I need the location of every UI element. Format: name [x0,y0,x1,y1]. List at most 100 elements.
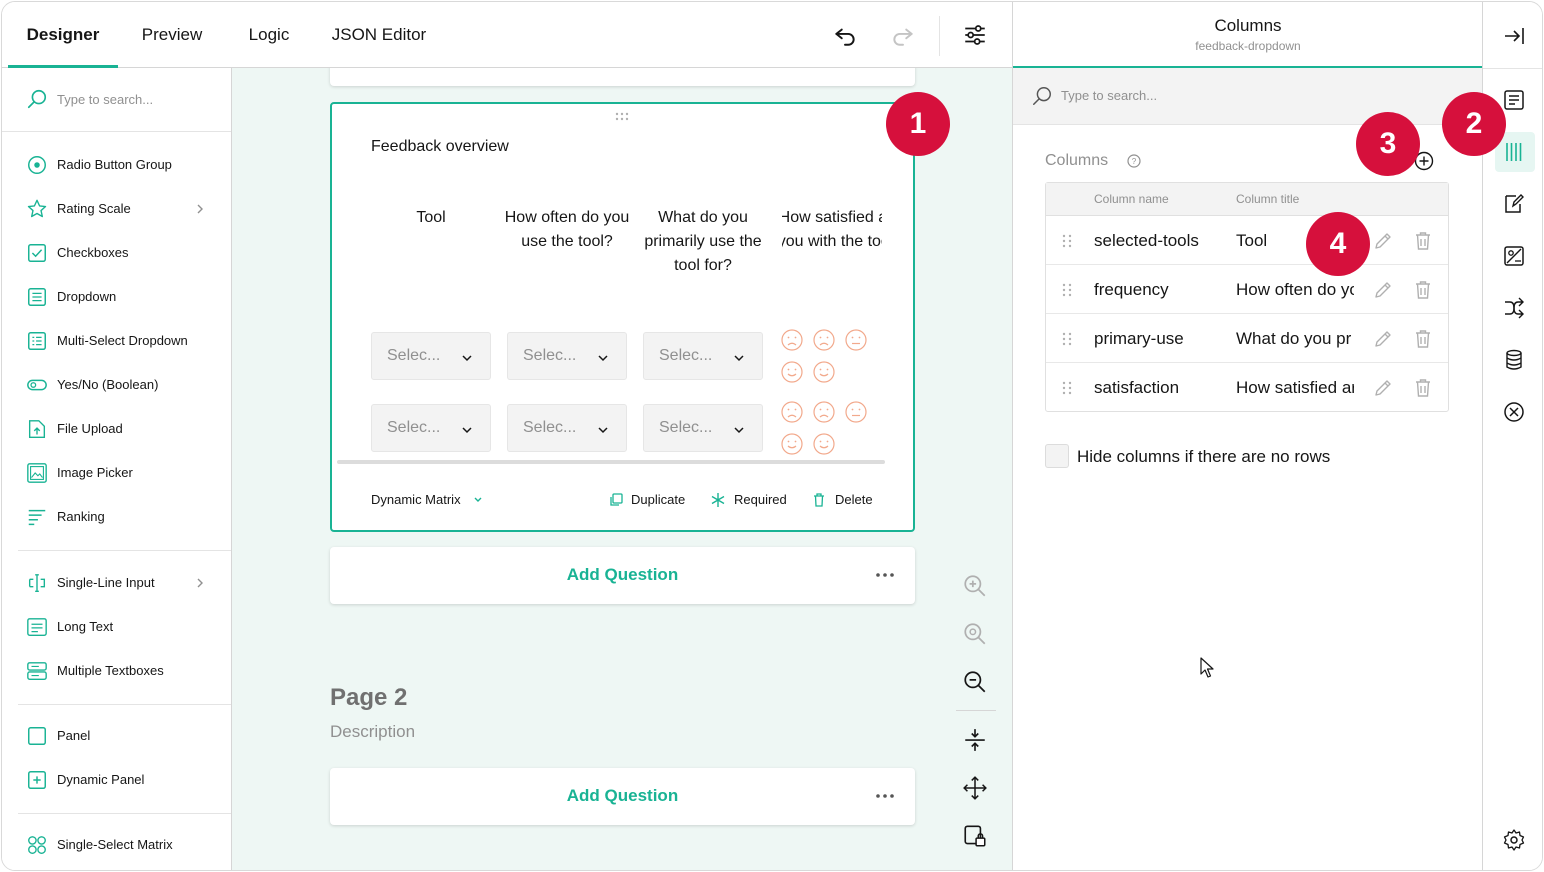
smile-face-icon[interactable] [812,360,836,384]
sad-face-icon[interactable] [812,400,836,424]
lock-question-icon[interactable] [962,823,988,849]
matrix-cell-dropdown[interactable]: Selec... [507,332,627,380]
previous-question-card[interactable] [330,68,915,86]
column-name-cell[interactable]: selected-tools [1094,231,1199,251]
horizontal-scrollbar[interactable] [337,460,885,464]
chevron-right-icon[interactable] [194,577,206,589]
tab-json-editor[interactable]: JSON Editor [322,2,436,68]
add-question-button[interactable]: Add Question [330,547,915,604]
add-question-button[interactable]: Add Question [330,768,915,825]
delete-button[interactable]: Delete [835,492,873,507]
toolbox-item-dropdown[interactable]: Dropdown [2,275,231,319]
tab-designer[interactable]: Designer [8,2,118,68]
help-icon[interactable]: ? [1126,153,1142,169]
edit-pencil-icon[interactable] [1372,279,1394,301]
logic-flow-icon[interactable] [1502,296,1526,320]
trash-icon[interactable] [1412,230,1434,252]
columns-icon[interactable] [1502,140,1526,164]
smile-face-icon[interactable] [780,432,804,456]
toolbox-item-single-line-input[interactable]: Single-Line Input [2,561,231,605]
toolbox-item-single-select-matrix[interactable]: Single-Select Matrix [2,823,231,867]
tab-logic[interactable]: Logic [234,2,304,68]
sad-face-icon[interactable] [780,400,804,424]
drag-handle-icon[interactable] [614,112,630,122]
drag-handle-icon[interactable] [1060,233,1074,249]
matrix-cell-dropdown[interactable]: Selec... [507,404,627,452]
column-name-cell[interactable]: primary-use [1094,329,1184,349]
drag-handle-icon[interactable] [1060,331,1074,347]
toolbox-item-rating-scale[interactable]: Rating Scale [2,187,231,231]
more-dots-icon[interactable] [874,788,896,804]
trash-icon[interactable] [1412,328,1434,350]
toolbox-item-dynamic-panel[interactable]: Dynamic Panel [2,758,231,802]
neutral-face-icon[interactable] [844,328,868,352]
collapse-all-icon[interactable] [962,727,988,753]
zoom-in-icon[interactable] [962,573,988,599]
required-toggle[interactable]: Required [734,492,787,507]
toolbox-item-panel[interactable]: Panel [2,714,231,758]
toolbox-item-multiple-textboxes[interactable]: Multiple Textboxes [2,649,231,693]
matrix-cell-dropdown[interactable]: Selec... [643,404,763,452]
hide-columns-label[interactable]: Hide columns if there are no rows [1077,447,1330,467]
column-row[interactable]: satisfaction How satisfied ar [1046,363,1448,412]
column-row[interactable]: primary-use What do you pr [1046,314,1448,363]
toolbox-item-long-text[interactable]: Long Text [2,605,231,649]
zoom-reset-icon[interactable] [962,621,988,647]
toolbox-search[interactable]: Type to search... [2,68,231,132]
column-name-cell[interactable]: frequency [1094,280,1169,300]
matrix-cell-dropdown[interactable]: Selec... [371,332,491,380]
page-title[interactable]: Page 2 [330,684,407,712]
more-dots-icon[interactable] [874,567,896,583]
choices-icon[interactable] [1502,244,1526,268]
property-search[interactable]: Type to search... [1013,68,1483,125]
tab-preview[interactable]: Preview [128,2,216,68]
matrix-cell-dropdown[interactable]: Selec... [371,404,491,452]
page-description[interactable]: Description [330,722,415,742]
collapse-panel-icon[interactable] [1502,24,1526,48]
column-title-cell[interactable]: What do you pr [1236,329,1354,349]
redo-icon[interactable] [890,22,916,48]
toolbox-item-ranking[interactable]: Ranking [2,495,231,539]
trash-icon[interactable] [1412,279,1434,301]
hide-columns-checkbox[interactable] [1045,444,1069,468]
sad-face-icon[interactable] [812,328,836,352]
trash-icon[interactable] [1412,377,1434,399]
matrix-cell-dropdown[interactable]: Selec... [643,332,763,380]
validation-clear-icon[interactable] [1502,400,1526,424]
toolbox-item-boolean[interactable]: Yes/No (Boolean) [2,363,231,407]
toolbox-item-radio-button-group[interactable]: Radio Button Group [2,143,231,187]
gear-icon[interactable] [1502,828,1526,852]
column-title-cell[interactable]: How often do yo [1236,280,1354,300]
column-row[interactable]: frequency How often do yo [1046,265,1448,314]
chevron-down-icon[interactable] [472,494,484,506]
question-card-feedback-overview[interactable]: Feedback overview Tool How often do you … [330,102,915,532]
column-title-cell[interactable]: How satisfied ar [1236,378,1354,398]
duplicate-button[interactable]: Duplicate [631,492,685,507]
chevron-right-icon[interactable] [194,203,206,215]
neutral-face-icon[interactable] [844,400,868,424]
undo-icon[interactable] [832,22,858,48]
column-name-cell[interactable]: satisfaction [1094,378,1179,398]
toolbox-item-multi-select-dropdown[interactable]: Multi-Select Dropdown [2,319,231,363]
general-properties-icon[interactable] [1502,88,1526,112]
question-title[interactable]: Feedback overview [371,138,509,156]
edit-form-icon[interactable] [1502,192,1526,216]
toolbox-item-image-picker[interactable]: Image Picker [2,451,231,495]
edit-pencil-icon[interactable] [1372,328,1394,350]
column-row[interactable]: selected-tools Tool [1046,216,1448,265]
edit-pencil-icon[interactable] [1372,377,1394,399]
sad-face-icon[interactable] [780,328,804,352]
edit-pencil-icon[interactable] [1372,230,1394,252]
toolbox-item-label: Ranking [57,509,105,524]
toolbox-item-file-upload[interactable]: File Upload [2,407,231,451]
settings-sliders-icon[interactable] [962,22,988,48]
drag-handle-icon[interactable] [1060,380,1074,396]
database-icon[interactable] [1502,348,1526,372]
expand-all-icon[interactable] [962,775,988,801]
zoom-out-icon[interactable] [962,669,988,695]
smile-face-icon[interactable] [812,432,836,456]
toolbox-item-checkboxes[interactable]: Checkboxes [2,231,231,275]
smile-face-icon[interactable] [780,360,804,384]
drag-handle-icon[interactable] [1060,282,1074,298]
question-type-selector[interactable]: Dynamic Matrix [371,492,461,507]
